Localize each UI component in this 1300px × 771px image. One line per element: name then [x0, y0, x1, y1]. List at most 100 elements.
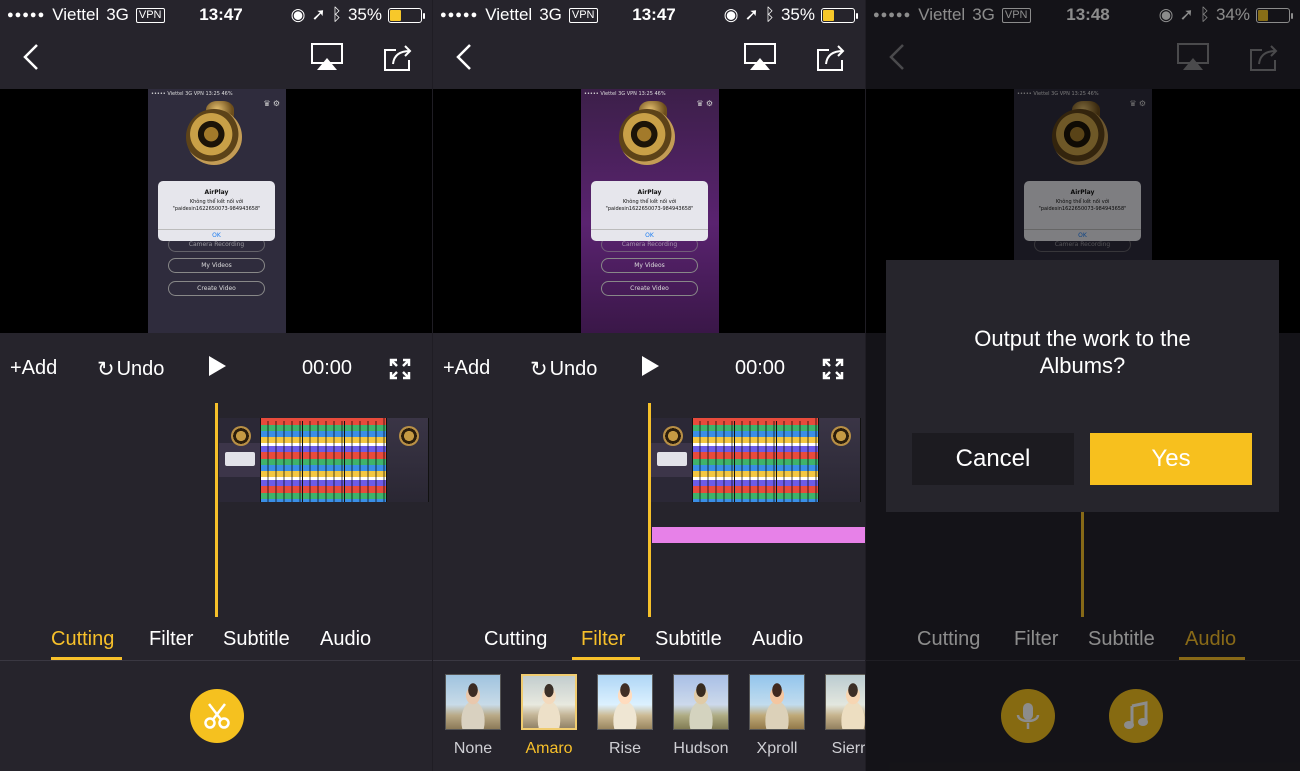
- undo-button[interactable]: ↻ Undo: [97, 357, 164, 382]
- tab-filter[interactable]: Filter: [149, 628, 193, 651]
- crown-gear-icon: ♛ ⚙: [263, 99, 280, 108]
- cutting-tools: [0, 662, 432, 771]
- fullscreen-icon[interactable]: [389, 358, 411, 380]
- preview-videos-button: My Videos: [168, 258, 265, 273]
- timeline[interactable]: [0, 403, 432, 618]
- undo-label: Undo: [116, 358, 165, 380]
- status-bar: ●●●●● Viettel 3G VPN 13:47 ◉ ➚ ᛒ 35%: [433, 0, 865, 30]
- tab-underline: [51, 657, 122, 660]
- filter-strip: None Amaro Rise Hudson Xproll Sierra: [433, 662, 865, 771]
- undo-icon: ↻: [530, 358, 548, 381]
- video-clip-track[interactable]: [219, 418, 429, 502]
- airplay-icon[interactable]: [743, 42, 777, 72]
- tab-audio[interactable]: Audio: [752, 628, 803, 651]
- editor-screen-filter: ●●●●● Viettel 3G VPN 13:47 ◉ ➚ ᛒ 35% •••…: [433, 0, 865, 771]
- playhead[interactable]: [215, 403, 218, 617]
- clip-frame: [345, 418, 387, 502]
- preview-alert-message: Không thể kết nối với: [622, 199, 677, 205]
- share-icon[interactable]: [815, 42, 847, 72]
- filter-label: Sierra: [831, 740, 865, 757]
- preview-create-button: Create Video: [601, 281, 698, 296]
- clip-frame: [651, 418, 693, 502]
- clip-frame: [303, 418, 345, 502]
- preview-alert-ok: OK: [158, 229, 275, 241]
- camera-lens-icon: [186, 109, 242, 165]
- clip-frame: [819, 418, 861, 502]
- clip-top-strip: [261, 418, 381, 421]
- cancel-button[interactable]: Cancel: [912, 433, 1074, 485]
- status-bar: ●●●●● Viettel 3G VPN 13:47 ◉ ➚ ᛒ 35%: [0, 0, 432, 30]
- location-icon: ➚: [311, 5, 326, 24]
- filter-sierra[interactable]: Sierra: [825, 674, 865, 758]
- tab-bar: Cutting Filter Subtitle Audio: [433, 618, 865, 661]
- output-dialog: Output the work to the Albums? Cancel Ye…: [886, 260, 1279, 512]
- nav-bar: [0, 30, 432, 88]
- add-button[interactable]: +Add: [443, 357, 490, 380]
- video-preview[interactable]: ••••• Viettel 3G VPN 13:25 46% ♛ ⚙ Camer…: [433, 89, 865, 333]
- preview-alert: AirPlay Không thể kết nối với "paidesin1…: [591, 181, 708, 241]
- edit-controls: +Add ↻ Undo 00:00: [433, 333, 865, 403]
- tab-audio[interactable]: Audio: [320, 628, 371, 651]
- filter-amaro[interactable]: Amaro: [521, 674, 577, 758]
- filter-label: None: [453, 740, 493, 757]
- time-display: 00:00: [302, 357, 353, 379]
- audio-track[interactable]: [652, 527, 865, 543]
- battery-percent: 35%: [347, 5, 382, 24]
- edit-controls: +Add ↻ Undo 00:00: [0, 333, 432, 403]
- preview-alert-title: AirPlay: [637, 189, 662, 196]
- play-icon[interactable]: [207, 355, 227, 377]
- filter-label: Hudson: [673, 740, 729, 757]
- bluetooth-icon: ᛒ: [331, 5, 342, 24]
- tab-subtitle[interactable]: Subtitle: [655, 628, 722, 651]
- preview-alert: AirPlay Không thể kết nối với "paidesin1…: [158, 181, 275, 241]
- filter-thumbnail: [445, 674, 501, 730]
- bluetooth-icon: ᛒ: [764, 5, 775, 24]
- rotation-lock-icon: ◉: [290, 5, 306, 24]
- timeline[interactable]: [433, 403, 865, 618]
- filter-label: Rise: [608, 740, 641, 757]
- preview-videos-button: My Videos: [601, 258, 698, 273]
- play-icon[interactable]: [640, 355, 660, 377]
- video-preview[interactable]: ••••• Viettel 3G VPN 13:25 46% ♛ ⚙ Camer…: [0, 89, 432, 333]
- undo-button[interactable]: ↻ Undo: [530, 357, 597, 382]
- video-clip-track[interactable]: [651, 418, 861, 502]
- airplay-icon[interactable]: [310, 42, 344, 72]
- back-icon[interactable]: [451, 42, 477, 72]
- battery-icon: [388, 7, 425, 23]
- clip-frame: [387, 418, 429, 502]
- fullscreen-icon[interactable]: [822, 358, 844, 380]
- rotation-lock-icon: ◉: [723, 5, 739, 24]
- tab-subtitle[interactable]: Subtitle: [223, 628, 290, 651]
- tab-bar: Cutting Filter Subtitle Audio: [0, 618, 432, 661]
- filter-label: Amaro: [525, 740, 573, 757]
- filter-rise[interactable]: Rise: [597, 674, 653, 758]
- filter-hudson[interactable]: Hudson: [673, 674, 729, 758]
- filter-thumbnail: [597, 674, 653, 730]
- preview-frame: ••••• Viettel 3G VPN 13:25 46% ♛ ⚙ Camer…: [148, 89, 286, 333]
- preview-status-text: ••••• Viettel 3G VPN 13:25 46%: [151, 91, 233, 97]
- filter-none[interactable]: None: [445, 674, 501, 758]
- time-display: 00:00: [735, 357, 786, 379]
- filter-thumbnail: [521, 674, 577, 730]
- clip-frame: [735, 418, 777, 502]
- clip-frame: [219, 418, 261, 502]
- cut-button[interactable]: [190, 689, 244, 743]
- tab-cutting[interactable]: Cutting: [51, 628, 114, 651]
- camera-lens-icon: [619, 109, 675, 165]
- battery-icon: [821, 7, 858, 23]
- tab-underline: [572, 657, 640, 660]
- filter-xproll[interactable]: Xproll: [749, 674, 805, 758]
- preview-alert-message-2: "paidesin1622650073-984943658": [172, 206, 261, 212]
- tab-cutting[interactable]: Cutting: [484, 628, 547, 651]
- clip-frame: [693, 418, 735, 502]
- share-icon[interactable]: [382, 42, 414, 72]
- filter-label: Xproll: [756, 740, 798, 757]
- editor-screen-cutting: ●●●●● Viettel 3G VPN 13:47 ◉ ➚ ᛒ 35% •••…: [0, 0, 432, 771]
- playhead[interactable]: [648, 403, 651, 617]
- preview-status-text: ••••• Viettel 3G VPN 13:25 46%: [584, 91, 666, 97]
- add-button[interactable]: +Add: [10, 357, 57, 380]
- nav-bar: [433, 30, 865, 88]
- tab-filter[interactable]: Filter: [581, 628, 625, 651]
- yes-button[interactable]: Yes: [1090, 433, 1252, 485]
- back-icon[interactable]: [18, 42, 44, 72]
